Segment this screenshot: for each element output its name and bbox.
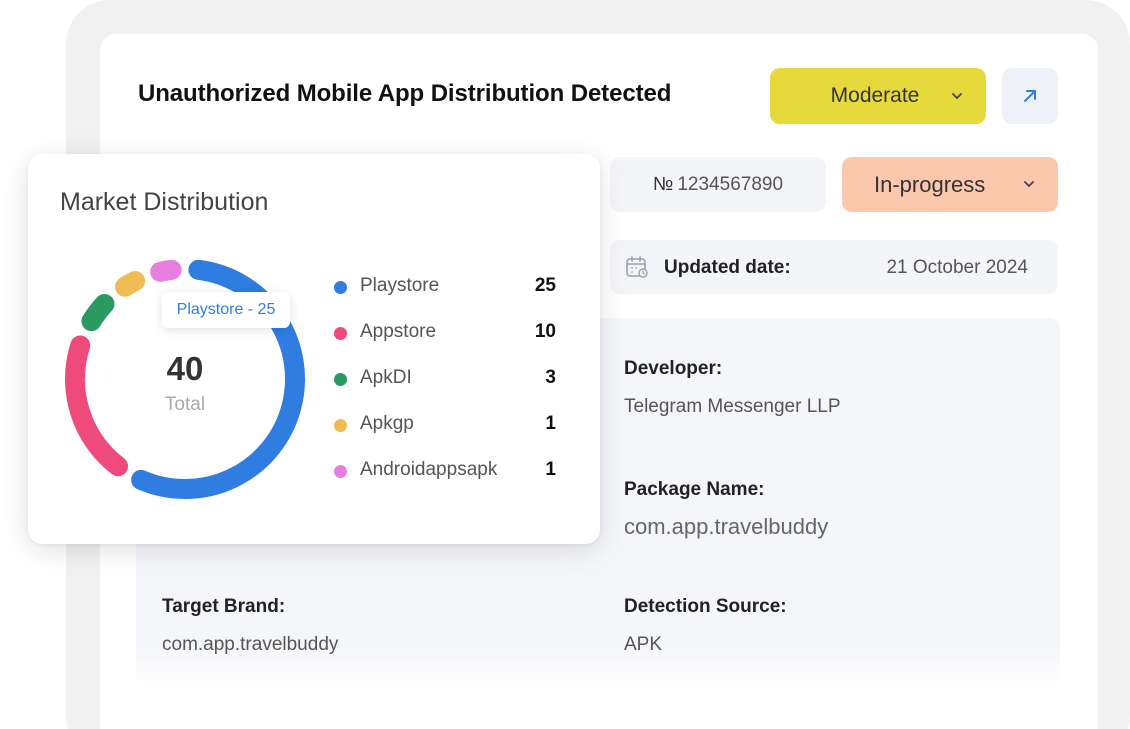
legend-dot xyxy=(334,327,347,340)
package-name-label: Package Name: xyxy=(624,479,765,500)
market-title: Market Distribution xyxy=(60,188,269,216)
legend-label: Androidappsapk xyxy=(360,459,498,480)
target-brand-value: com.app.travelbuddy xyxy=(162,634,339,655)
number-prefix: № xyxy=(652,173,674,195)
detection-source-value: APK xyxy=(624,634,663,655)
legend-item-apkdi[interactable]: ApkDI 3 xyxy=(334,367,556,391)
status-label: In-progress xyxy=(874,171,986,197)
developer-value: Telegram Messenger LLP xyxy=(624,396,841,417)
legend-item-playstore[interactable]: Playstore 25 xyxy=(334,275,556,299)
legend-label: Playstore xyxy=(360,275,440,296)
chevron-down-icon xyxy=(952,93,962,99)
total-value: 40 xyxy=(166,350,204,387)
target-brand-label: Target Brand: xyxy=(162,596,286,617)
legend-value: 1 xyxy=(545,459,556,480)
donut-slice-apkgp[interactable] xyxy=(115,270,146,297)
severity-label: Moderate xyxy=(830,84,920,107)
package-name-value: com.app.travelbuddy xyxy=(624,514,829,539)
detection-source-label: Detection Source: xyxy=(624,596,787,617)
severity-dropdown[interactable]: Moderate xyxy=(770,68,986,124)
legend-label: Appstore xyxy=(360,321,437,342)
calendar-icon xyxy=(626,256,648,278)
total-label: Total xyxy=(164,394,206,415)
open-external-button[interactable] xyxy=(1002,68,1058,124)
updated-date-row: Updated date: 21 October 2024 xyxy=(610,240,1058,294)
legend-label: ApkDI xyxy=(360,367,412,388)
updated-date-label: Updated date: xyxy=(664,257,791,278)
updated-date-value: 21 October 2024 xyxy=(886,257,1028,278)
donut-slice-apkdi[interactable] xyxy=(81,293,115,332)
legend-value: 1 xyxy=(545,413,556,434)
legend-label: Apkgp xyxy=(360,413,414,434)
legend-item-appstore[interactable]: Appstore 10 xyxy=(334,321,556,345)
legend-dot xyxy=(334,465,347,478)
incident-number: № 1234567890 xyxy=(610,157,826,212)
donut-slice-androidappsapk[interactable] xyxy=(150,259,182,282)
arrow-up-right-icon xyxy=(1024,90,1036,102)
legend-dot xyxy=(334,419,347,432)
market-distribution-card: Market Distribution 40 Total Playstore -… xyxy=(28,154,600,544)
legend-dot xyxy=(334,281,347,294)
legend-value: 3 xyxy=(545,367,556,388)
number-value: 1234567890 xyxy=(677,173,784,195)
status-dropdown[interactable]: In-progress xyxy=(842,157,1058,212)
developer-label: Developer: xyxy=(624,358,723,379)
chart-tooltip: Playstore - 25 xyxy=(162,292,290,328)
legend-item-apkgp[interactable]: Apkgp 1 xyxy=(334,413,556,437)
page-title: Unauthorized Mobile App Distribution Det… xyxy=(138,80,672,107)
legend-value: 25 xyxy=(534,275,556,296)
legend-dot xyxy=(334,373,347,386)
legend-item-androidappsapk[interactable]: Androidappsapk 1 xyxy=(334,459,556,483)
legend-value: 10 xyxy=(534,321,556,342)
chevron-down-icon xyxy=(1024,181,1034,187)
